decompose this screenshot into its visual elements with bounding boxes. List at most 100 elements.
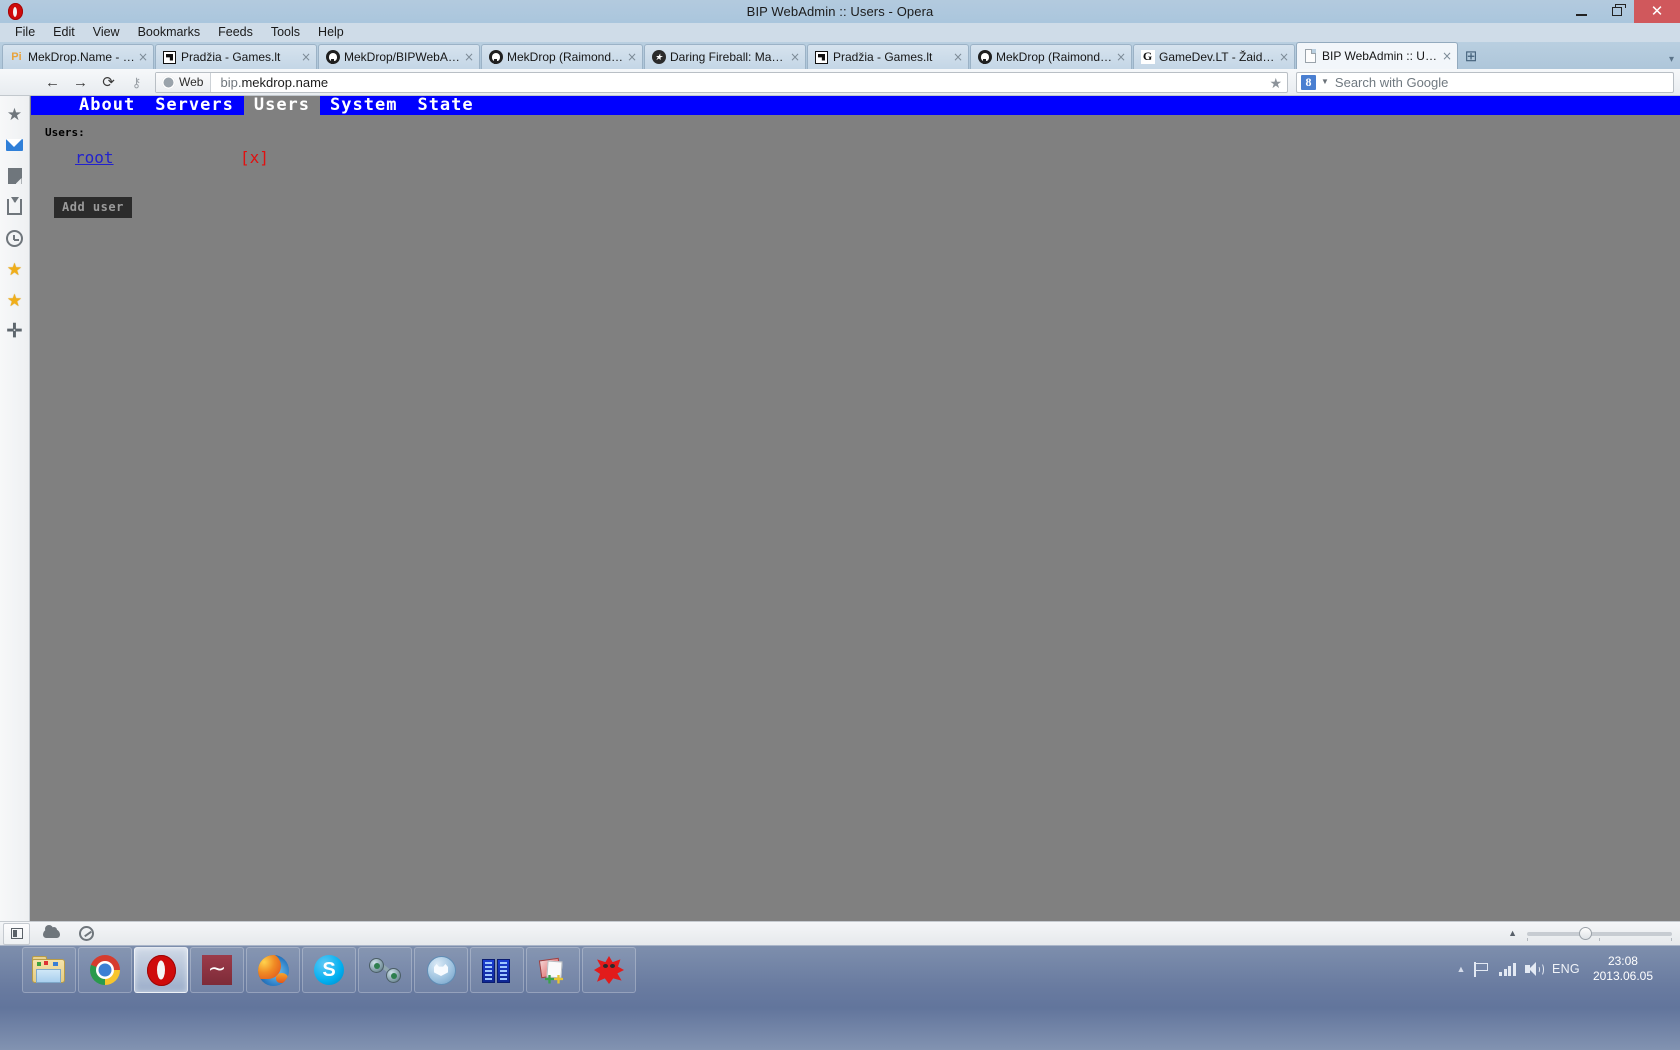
star-icon[interactable]: ★ <box>1269 75 1282 91</box>
address-bar[interactable]: Web bip.mekdrop.name ★ <box>155 71 1288 93</box>
show-desktop-button[interactable] <box>1670 945 1676 993</box>
caret-up-icon[interactable]: ▲ <box>1508 929 1517 938</box>
tab-close-icon[interactable]: × <box>298 45 314 69</box>
clock-time: 23:08 <box>1607 954 1638 968</box>
download-icon[interactable] <box>4 196 26 218</box>
taskbar-notepad-plus-plus[interactable] <box>526 947 580 993</box>
zoom-slider[interactable] <box>1527 926 1672 941</box>
tab-close-icon[interactable]: × <box>950 45 966 69</box>
menu-item-file[interactable]: File <box>6 23 44 42</box>
user-list-item: root [x] <box>75 148 1680 167</box>
nav-link-about[interactable]: About <box>69 96 145 115</box>
red-splat-icon <box>594 956 624 984</box>
taskbar-tilde-app[interactable]: ~ <box>190 947 244 993</box>
browser-tab[interactable]: MekDrop (Raimondas) × <box>970 44 1132 69</box>
browser-tab-active[interactable]: BIP WebAdmin :: Users × <box>1296 42 1458 69</box>
tab-label: MekDrop (Raimondas) <box>507 50 624 64</box>
taskbar-explorer[interactable] <box>22 947 76 993</box>
search-field[interactable]: 8 ▼ Search with Google <box>1296 71 1674 93</box>
nav-link-servers[interactable]: Servers <box>145 96 244 115</box>
gauge-icon[interactable] <box>73 923 100 945</box>
browser-tab[interactable]: Pradžia - Games.lt × <box>155 44 317 69</box>
browser-tab[interactable]: G GameDev.LT - Žaidimų... × <box>1133 44 1295 69</box>
tab-close-icon[interactable]: × <box>461 45 477 69</box>
taskbar-skype[interactable]: S <box>302 947 356 993</box>
chevron-down-icon[interactable]: ▼ <box>1321 78 1329 86</box>
browser-tab[interactable]: Pi MekDrop.Name - Piwik... × <box>2 44 154 69</box>
taskbar-firefox[interactable] <box>246 947 300 993</box>
blue-circle-icon <box>426 955 456 985</box>
browser-tab[interactable]: Pradžia - Games.lt × <box>807 44 969 69</box>
close-button[interactable]: ✕ <box>1634 0 1680 23</box>
tab-label: MekDrop/BIPWebAdm... <box>344 50 461 64</box>
navigation-buttons: ← → ⟳ ⚷ <box>40 71 149 93</box>
web-badge[interactable]: Web <box>156 72 212 92</box>
server-rack-icon <box>482 957 512 983</box>
caret-up-icon[interactable]: ▲ <box>1457 964 1466 974</box>
tab-close-icon[interactable]: × <box>1113 45 1129 69</box>
windows-taskbar: ~ S ▲ ENG 23:08 2013.06.05 <box>0 945 1680 1050</box>
zoom-slider-knob[interactable] <box>1579 926 1592 940</box>
forward-arrow-icon[interactable]: → <box>68 71 93 93</box>
nav-link-system[interactable]: System <box>320 96 407 115</box>
browser-tab[interactable]: MekDrop/BIPWebAdm... × <box>318 44 480 69</box>
signal-bars-icon[interactable] <box>1499 962 1516 976</box>
tab-label: Pradžia - Games.lt <box>181 50 281 64</box>
star-gray-icon[interactable]: ★ <box>4 103 26 125</box>
taskbar-blue-app[interactable] <box>414 947 468 993</box>
tab-close-icon[interactable]: × <box>624 45 640 69</box>
clock[interactable]: 23:08 2013.06.05 <box>1589 954 1661 984</box>
star-gold-icon[interactable]: ★ <box>4 289 26 311</box>
add-user-button[interactable]: Add user <box>54 197 132 218</box>
taskbar-items: ~ S <box>22 946 636 994</box>
search-placeholder: Search with Google <box>1334 74 1449 90</box>
piwik-icon: Pi <box>11 51 22 63</box>
key-icon[interactable]: ⚷ <box>124 71 149 93</box>
plus-icon[interactable]: ✛ <box>4 320 26 342</box>
chrome-icon <box>90 955 120 985</box>
restore-button[interactable] <box>1599 0 1634 23</box>
speaker-icon[interactable] <box>1524 961 1544 977</box>
opera-icon <box>146 954 176 986</box>
star-gold-icon[interactable]: ★ <box>4 258 26 280</box>
browser-tab[interactable]: MekDrop (Raimondas) × <box>481 44 643 69</box>
cloud-icon[interactable] <box>38 923 65 945</box>
search-engine-icon: 8 <box>1301 74 1316 90</box>
nav-link-users[interactable]: Users <box>243 96 321 115</box>
flag-icon[interactable] <box>1474 961 1490 977</box>
tab-close-icon[interactable]: × <box>787 45 803 69</box>
back-arrow-icon[interactable]: ← <box>40 71 65 93</box>
menu-item-feeds[interactable]: Feeds <box>209 23 262 42</box>
tab-close-icon[interactable]: × <box>135 45 151 69</box>
taskbar-network-tool[interactable] <box>358 947 412 993</box>
tab-close-icon[interactable]: × <box>1276 45 1292 69</box>
tilde-icon: ~ <box>202 955 232 985</box>
menu-item-edit[interactable]: Edit <box>44 23 84 42</box>
delete-user-link[interactable]: [x] <box>240 148 269 167</box>
nav-link-state[interactable]: State <box>407 96 483 115</box>
tab-close-icon[interactable]: × <box>1439 44 1455 68</box>
menu-item-tools[interactable]: Tools <box>262 23 309 42</box>
envelope-icon[interactable] <box>4 134 26 156</box>
new-tab-button[interactable]: ⊞ <box>1459 44 1483 69</box>
panel-toggle-icon[interactable] <box>3 922 30 945</box>
user-name-link[interactable]: root <box>75 148 240 167</box>
tab-bar-menu-icon[interactable]: ▾ <box>1669 54 1674 65</box>
taskbar-opera[interactable] <box>134 947 188 993</box>
clock-icon[interactable] <box>4 227 26 249</box>
menu-item-bookmarks[interactable]: Bookmarks <box>129 23 210 42</box>
users-section-label: Users: <box>45 126 85 139</box>
reload-icon[interactable]: ⟳ <box>96 71 121 93</box>
url-prefix: bip. <box>220 74 242 90</box>
menu-item-help[interactable]: Help <box>309 23 353 42</box>
taskbar-server-rack-app[interactable] <box>470 947 524 993</box>
minimize-button[interactable] <box>1564 0 1599 23</box>
language-indicator[interactable]: ENG <box>1552 962 1580 976</box>
browser-tab[interactable]: ★ Daring Fireball: Markdo... × <box>644 44 806 69</box>
menu-item-view[interactable]: View <box>84 23 129 42</box>
taskbar-red-splat-app[interactable] <box>582 947 636 993</box>
note-icon[interactable] <box>4 165 26 187</box>
taskbar-chrome[interactable] <box>78 947 132 993</box>
tab-label: BIP WebAdmin :: Users <box>1322 49 1439 63</box>
tab-label: Daring Fireball: Markdo... <box>670 50 787 64</box>
